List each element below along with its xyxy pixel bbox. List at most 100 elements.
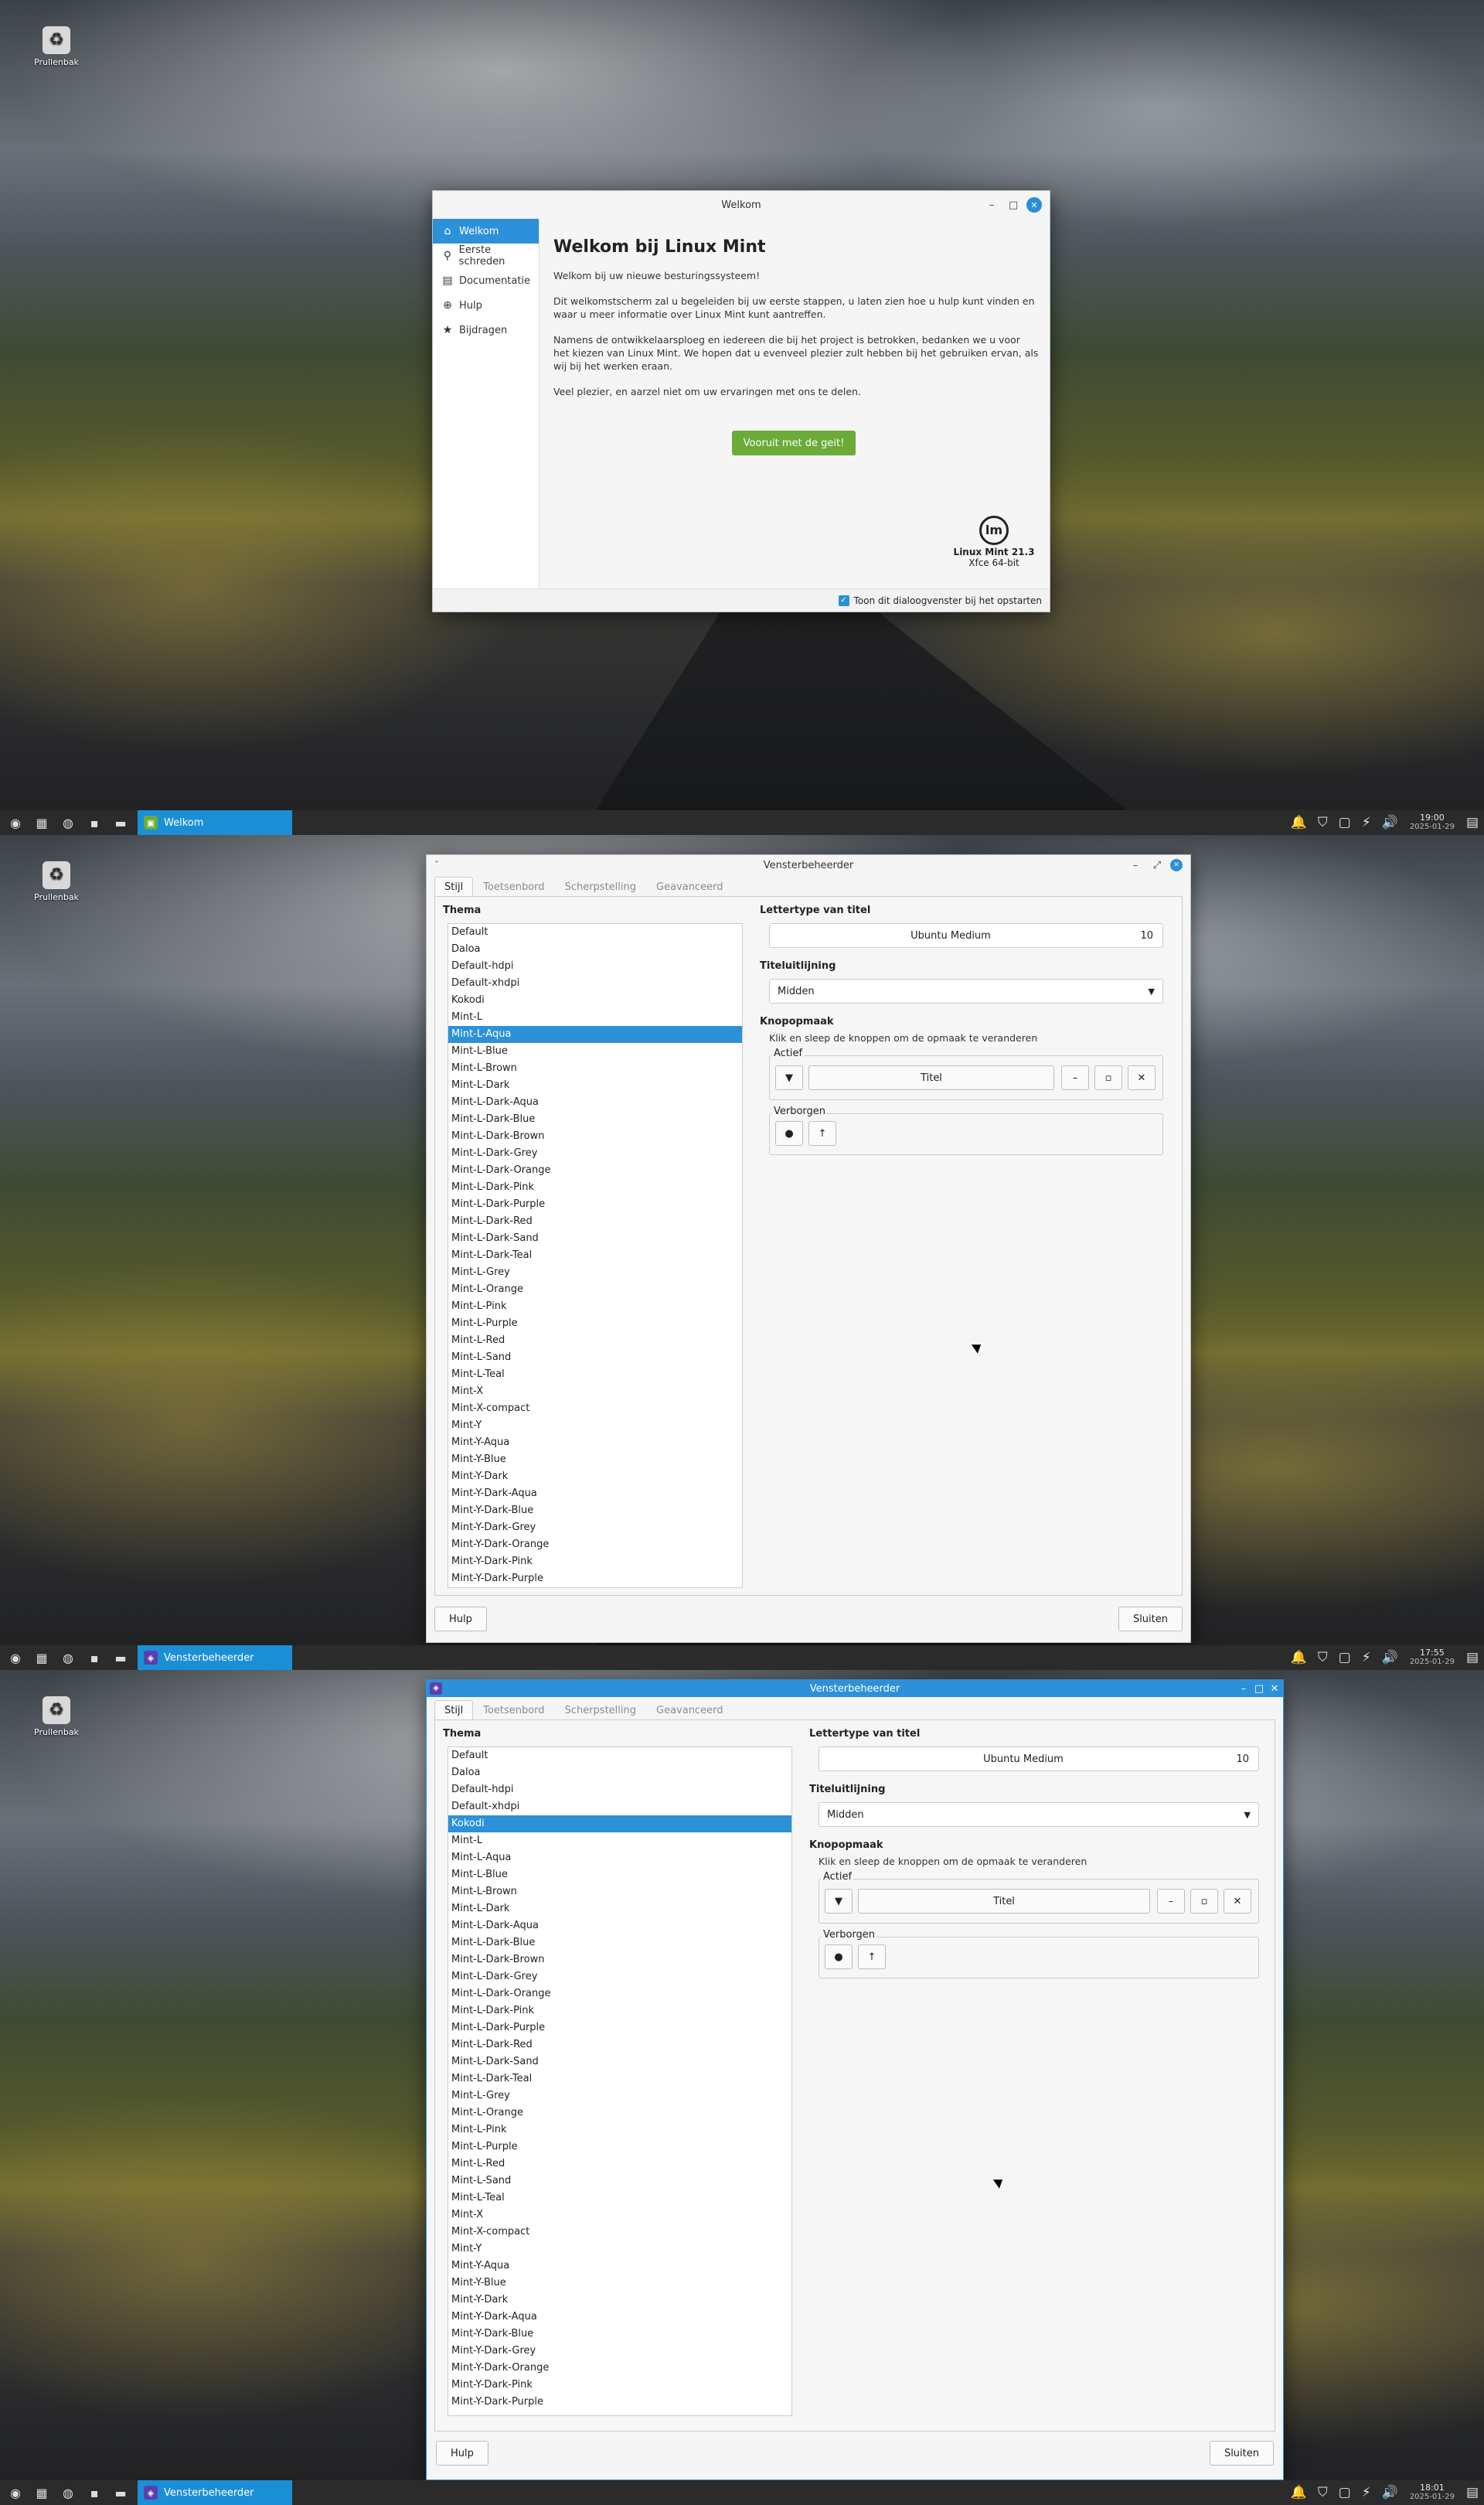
theme-list-item[interactable]: Mint-L-Orange	[448, 1281, 742, 1298]
volume-icon[interactable]: 🔊	[1382, 2485, 1398, 2500]
theme-list-item[interactable]: Mint-Y-Dark-Pink	[448, 1553, 742, 1570]
theme-list-item[interactable]: Mint-Y-Blue	[448, 2275, 791, 2292]
stick-layout-button[interactable]: ●	[775, 1121, 803, 1146]
tab-geavanceerd[interactable]: Geavanceerd	[646, 877, 733, 897]
power-icon[interactable]: ⚡	[1362, 2485, 1371, 2500]
tab-stijl[interactable]: Stijl	[434, 877, 474, 897]
folder-icon[interactable]: ▬	[110, 1647, 131, 1668]
theme-list-item[interactable]: Mint-X	[448, 2207, 791, 2224]
theme-list-item[interactable]: Mint-L-Dark-Grey	[448, 1968, 791, 1985]
volume-icon[interactable]: 🔊	[1382, 815, 1398, 830]
theme-list-item[interactable]: Mint-L-Red	[448, 1332, 742, 1349]
volume-icon[interactable]: 🔊	[1382, 1650, 1398, 1665]
terminal-icon[interactable]: ▪	[83, 812, 105, 833]
theme-list-item[interactable]: Mint-Y-Dark-Orange	[448, 2360, 791, 2377]
theme-list-item[interactable]: Default	[448, 1747, 791, 1764]
maximize-icon[interactable]: ⤢	[1149, 857, 1166, 874]
theme-list-item[interactable]: Mint-L-Dark-Brown	[448, 1128, 742, 1145]
theme-list-item[interactable]: Mint-L-Teal	[448, 2190, 791, 2207]
shield-icon[interactable]: ⛉	[1318, 2485, 1328, 2500]
maximize-layout-button[interactable]: ▫	[1094, 1065, 1122, 1090]
wm-titlebar[interactable]: ˇ Vensterbeheerder – ⤢ ✕	[427, 855, 1190, 875]
calendar-icon[interactable]: ▤	[1466, 2485, 1479, 2500]
theme-list-item[interactable]: Kokodi	[448, 992, 742, 1009]
theme-list-item[interactable]: Mint-Y-Dark-Orange	[448, 1536, 742, 1553]
theme-list-item[interactable]: Mint-L-Blue	[448, 1043, 742, 1060]
power-icon[interactable]: ⚡	[1362, 1650, 1371, 1665]
tab-scherpstelling[interactable]: Scherpstelling	[555, 1700, 646, 1720]
menu-icon[interactable]: ◉	[5, 812, 26, 833]
theme-list-item[interactable]: Mint-L-Dark-Aqua	[448, 1094, 742, 1111]
theme-list-item[interactable]: Mint-L-Blue	[448, 1866, 791, 1883]
theme-list-item[interactable]: Mint-Y-Dark	[448, 1468, 742, 1485]
theme-list-item[interactable]: Mint-Y	[448, 2241, 791, 2258]
theme-list-item[interactable]: Mint-Y-Dark-Pink	[448, 2377, 791, 2394]
theme-list-item[interactable]: Mint-L-Dark-Sand	[448, 1230, 742, 1247]
theme-list-item[interactable]: Mint-L-Sand	[448, 2173, 791, 2190]
window-icon[interactable]: ▢	[1339, 815, 1351, 830]
theme-list-item[interactable]: Mint-L-Dark-Sand	[448, 2053, 791, 2070]
theme-list-item[interactable]: Mint-L-Dark	[448, 1900, 791, 1917]
title-layout-button[interactable]: Titel	[858, 1889, 1150, 1914]
task-vensterbeheerder[interactable]: ◈ Vensterbeheerder	[138, 2480, 292, 2505]
theme-list-item[interactable]: Default-hdpi	[448, 958, 742, 975]
sidebar-item-eerste-schreden[interactable]: ⚲ Eerste schreden	[433, 244, 539, 268]
files-icon[interactable]: ▦	[31, 2482, 53, 2503]
theme-list-item[interactable]: Mint-L	[448, 1009, 742, 1026]
theme-list-item[interactable]: Mint-Y-Dark-Blue	[448, 1502, 742, 1519]
theme-list-item[interactable]: Mint-Y-Dark-Grey	[448, 2343, 791, 2360]
theme-list-item[interactable]: Mint-L-Dark-Blue	[448, 1111, 742, 1128]
theme-list-item[interactable]: Mint-X	[448, 1383, 742, 1400]
tab-toetsenbord[interactable]: Toetsenbord	[473, 877, 554, 897]
theme-list-item[interactable]: Daloa	[448, 1764, 791, 1781]
theme-list-item[interactable]: Mint-L-Aqua	[448, 1849, 791, 1866]
menu-icon[interactable]: ◉	[5, 1647, 26, 1668]
trash-desktop-icon[interactable]: ♻ Prullenbak	[22, 1696, 91, 1737]
minimize-layout-button[interactable]: –	[1157, 1889, 1185, 1914]
theme-list-item[interactable]: Mint-L-Dark-Brown	[448, 1951, 791, 1968]
trash-desktop-icon[interactable]: ♻ Prullenbak	[22, 26, 91, 67]
theme-list-item[interactable]: Mint-X-compact	[448, 2224, 791, 2241]
theme-list-item[interactable]: Mint-Y-Dark-Purple	[448, 2394, 791, 2411]
theme-list-item[interactable]: Mint-Y-Dark-Aqua	[448, 2309, 791, 2326]
window-icon[interactable]: ▢	[1339, 2485, 1351, 2500]
theme-list-item[interactable]: Mint-Y	[448, 1417, 742, 1434]
close-layout-button[interactable]: ✕	[1128, 1065, 1156, 1090]
minimize-icon[interactable]: –	[1127, 857, 1144, 874]
theme-list-item[interactable]: Mint-L-Dark-Pink	[448, 2002, 791, 2019]
theme-list-item[interactable]: Mint-L-Dark-Teal	[448, 1247, 742, 1264]
theme-list-item[interactable]: Mint-L-Sand	[448, 1349, 742, 1366]
theme-list-item[interactable]: Mint-L	[448, 1832, 791, 1849]
title-alignment-select[interactable]: Midden ▼	[769, 979, 1163, 1004]
theme-list-item[interactable]: Mint-L-Dark-Orange	[448, 1985, 791, 2002]
theme-list-item[interactable]: Mint-L-Aqua	[448, 1026, 742, 1043]
close-button[interactable]: Sluiten	[1209, 2441, 1274, 2466]
title-alignment-select[interactable]: Midden ▼	[819, 1802, 1259, 1827]
tab-geavanceerd[interactable]: Geavanceerd	[646, 1700, 733, 1720]
terminal-icon[interactable]: ▪	[83, 2482, 105, 2503]
minimize-layout-button[interactable]: –	[1061, 1065, 1089, 1090]
close-button[interactable]: Sluiten	[1118, 1607, 1183, 1631]
theme-list-item[interactable]: Mint-L-Dark-Blue	[448, 1934, 791, 1951]
show-at-startup-checkbox[interactable]: ✓	[838, 595, 849, 606]
sidebar-item-documentatie[interactable]: ▤ Documentatie	[433, 268, 539, 293]
notification-bell-icon[interactable]: 🔔	[1291, 815, 1307, 830]
firefox-icon[interactable]: ◍	[57, 1647, 79, 1668]
theme-list-item[interactable]: Mint-X-compact	[448, 1400, 742, 1417]
theme-list-item[interactable]: Mint-L-Dark-Purple	[448, 2019, 791, 2036]
title-font-button[interactable]: Ubuntu Medium 10	[819, 1747, 1259, 1771]
theme-list-item[interactable]: Mint-Y-Dark-Purple	[448, 1570, 742, 1587]
maximize-icon[interactable]: □	[1254, 1680, 1264, 1697]
help-button[interactable]: Hulp	[436, 2441, 488, 2466]
tab-scherpstelling[interactable]: Scherpstelling	[555, 877, 646, 897]
shade-layout-button[interactable]: ↑	[808, 1121, 836, 1146]
clock[interactable]: 19:00 2025-01-29	[1410, 813, 1455, 832]
window-icon[interactable]: ▢	[1339, 1650, 1351, 1665]
get-started-button[interactable]: Vooruit met de geit!	[732, 431, 856, 455]
maximize-layout-button[interactable]: ▫	[1190, 1889, 1218, 1914]
stick-layout-button[interactable]: ●	[825, 1944, 853, 1969]
clock[interactable]: 17:55 2025-01-29	[1410, 1648, 1455, 1667]
clock[interactable]: 18:01 2025-01-29	[1410, 2483, 1455, 2502]
menu-layout-button[interactable]: ▼	[775, 1065, 803, 1090]
theme-list-item[interactable]: Mint-L-Dark-Red	[448, 2036, 791, 2053]
